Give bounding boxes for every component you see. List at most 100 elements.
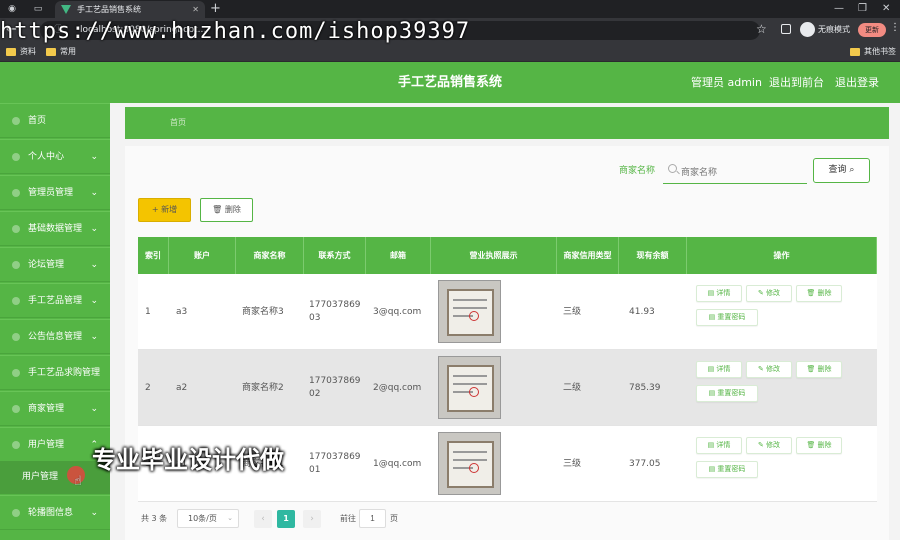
url-field[interactable]: ⓘ localhost:8080/springboot... bbox=[40, 21, 760, 40]
business-license-image[interactable] bbox=[438, 432, 501, 495]
menu-dot-icon bbox=[12, 405, 20, 413]
query-button[interactable]: 查询 ⌕ bbox=[813, 158, 870, 183]
back-arrow-icon[interactable]: ← bbox=[6, 22, 17, 38]
sidebar-item-notice[interactable]: 公告信息管理 ⌄ bbox=[0, 319, 110, 354]
cell-credit: 二级 bbox=[563, 382, 582, 393]
column-header: 联系方式 bbox=[304, 237, 366, 274]
edit-button[interactable]: ✎ 修改 bbox=[746, 437, 792, 454]
detail-button[interactable]: ▤ 详情 bbox=[696, 285, 742, 302]
next-page-button[interactable]: › bbox=[303, 510, 321, 528]
cell-email: 2@qq.com bbox=[373, 382, 422, 393]
sidebar-item-admin-manage[interactable]: 管理员管理 ⌄ bbox=[0, 175, 110, 210]
sidebar-item-label: 用户管理 bbox=[28, 440, 65, 450]
sidebar-item-home[interactable]: 首页 bbox=[0, 103, 110, 138]
window-close-icon[interactable]: ✕ bbox=[882, 0, 890, 17]
menu-dot-icon bbox=[12, 369, 20, 377]
incognito-label: 无痕模式 bbox=[818, 25, 850, 34]
delete-button[interactable]: 🗑 删除 bbox=[796, 437, 842, 454]
bookmark-star-icon[interactable]: ☆ bbox=[756, 22, 767, 36]
new-tab-icon[interactable]: + bbox=[210, 0, 221, 17]
business-license-image[interactable] bbox=[438, 356, 501, 419]
cell-account: a2 bbox=[176, 382, 188, 393]
prev-page-button[interactable]: ‹ bbox=[254, 510, 272, 528]
cell-account: a3 bbox=[176, 306, 188, 317]
breadcrumb[interactable]: 首页 bbox=[170, 107, 186, 139]
goto-page-input[interactable] bbox=[359, 509, 386, 528]
close-tab-icon[interactable]: ✕ bbox=[192, 1, 199, 18]
column-header: 索引 bbox=[138, 237, 169, 274]
sidebar-item-user[interactable]: 用户管理 ⌃ bbox=[0, 427, 110, 462]
cell-index: 3 bbox=[145, 458, 151, 469]
add-button[interactable]: + 新增 bbox=[138, 198, 191, 222]
sidebar-item-forum[interactable]: 论坛管理 ⌄ bbox=[0, 247, 110, 282]
bookmark-folder-2[interactable]: 常用 bbox=[46, 43, 76, 61]
column-header: 营业执照展示 bbox=[431, 237, 557, 274]
cell-account: a1 bbox=[176, 458, 188, 469]
chevron-down-icon: ⌄ bbox=[90, 260, 98, 270]
delete-button[interactable]: 🗑 删除 bbox=[796, 285, 842, 302]
sidebar-item-merchant[interactable]: 商家管理 ⌄ bbox=[0, 391, 110, 426]
sidebar-item-label: 基础数据管理 bbox=[28, 224, 83, 234]
page-number-current[interactable]: 1 bbox=[277, 510, 295, 528]
update-button[interactable]: 更新 bbox=[858, 23, 886, 37]
more-menu-icon[interactable]: ⋮ bbox=[890, 22, 900, 33]
table-row: 2 a2 商家名称2 17703786902 2@qq.com 二级 785.39 ▤ 详情 ✎… bbox=[138, 350, 877, 426]
url-text: localhost:8080/springboot... bbox=[80, 25, 207, 35]
folder-icon bbox=[6, 48, 16, 56]
table-row: 3 a1 商家名称1 17703786901 1@qq.com 三级 377.05 ▤ 详情 ✎… bbox=[138, 426, 877, 502]
reset-password-button[interactable]: ▤ 重置密码 bbox=[696, 461, 758, 478]
incognito-icon bbox=[800, 22, 815, 37]
pagination-total: 共 3 条 bbox=[141, 514, 168, 523]
sidebar-item-label: 论坛管理 bbox=[28, 260, 65, 270]
menu-dot-icon bbox=[12, 297, 20, 305]
trash-icon: 🗑 bbox=[212, 205, 223, 214]
sidebar-item-label: 公告信息管理 bbox=[28, 332, 83, 342]
other-bookmarks[interactable]: 其他书签 bbox=[850, 43, 896, 61]
sidebar-item-purchase[interactable]: 手工艺品求购管理 bbox=[0, 355, 110, 390]
page-size-select[interactable]: 10条/页 ⌄ bbox=[177, 509, 239, 528]
maximize-icon[interactable]: ❐ bbox=[858, 0, 867, 17]
sidebar-item-label: 手工艺品管理 bbox=[28, 296, 83, 306]
sidebar-item-label: 手工艺品求购管理 bbox=[28, 368, 101, 378]
chevron-down-icon: ⌄ bbox=[90, 188, 98, 198]
detail-button[interactable]: ▤ 详情 bbox=[696, 361, 742, 378]
edit-button[interactable]: ✎ 修改 bbox=[746, 361, 792, 378]
sidebar-subitem-user-manage[interactable]: 用户管理 bbox=[0, 461, 110, 494]
sidebar-item-base-data[interactable]: 基础数据管理 ⌄ bbox=[0, 211, 110, 246]
side-panel-icon[interactable] bbox=[781, 24, 791, 34]
column-header: 邮箱 bbox=[366, 237, 431, 274]
edit-button[interactable]: ✎ 修改 bbox=[746, 285, 792, 302]
app-header: 手工艺品销售系统 管理员 admin 退出到前台 退出登录 bbox=[0, 62, 900, 103]
reset-password-button[interactable]: ▤ 重置密码 bbox=[696, 385, 758, 402]
search-label: 商家名称 bbox=[619, 166, 656, 176]
cell-name: 商家名称3 bbox=[242, 306, 284, 317]
edit-icon: ✎ bbox=[757, 441, 767, 449]
reset-password-button[interactable]: ▤ 重置密码 bbox=[696, 309, 758, 326]
bookmark-folder-1[interactable]: 资料 bbox=[6, 43, 36, 61]
folder-icon bbox=[850, 48, 860, 56]
browser-menu-icon[interactable]: ◉ bbox=[6, 3, 18, 15]
cell-name: 商家名称1 bbox=[242, 458, 284, 469]
trash-icon: 🗑 bbox=[806, 289, 818, 297]
minimize-icon[interactable]: — bbox=[834, 0, 844, 17]
logout-link[interactable]: 退出登录 bbox=[835, 62, 879, 103]
column-header: 操作 bbox=[687, 237, 877, 274]
sidebar-item-crafts[interactable]: 手工艺品管理 ⌄ bbox=[0, 283, 110, 318]
sidebar-item-carousel[interactable]: 轮播图信息 ⌄ bbox=[0, 495, 110, 530]
column-header: 商家名称 bbox=[236, 237, 304, 274]
search-input[interactable] bbox=[663, 160, 807, 184]
tab-search-icon[interactable]: ▭ bbox=[32, 3, 44, 15]
delete-button[interactable]: 🗑 删除 bbox=[796, 361, 842, 378]
trash-icon: 🗑 bbox=[806, 441, 818, 449]
detail-button[interactable]: ▤ 详情 bbox=[696, 437, 742, 454]
exit-to-front-link[interactable]: 退出到前台 bbox=[769, 62, 824, 103]
goto-label: 前往 bbox=[340, 514, 356, 523]
info-icon[interactable]: ⓘ bbox=[54, 21, 63, 40]
sidebar-item-personal-center[interactable]: 个人中心 ⌄ bbox=[0, 139, 110, 174]
batch-delete-button[interactable]: 🗑 删除 bbox=[200, 198, 253, 222]
cell-email: 1@qq.com bbox=[373, 458, 422, 469]
app-title: 手工艺品销售系统 bbox=[397, 75, 502, 90]
browser-tab[interactable]: 手工艺品销售系统 ✕ bbox=[55, 1, 205, 18]
chevron-up-icon: ⌃ bbox=[90, 440, 98, 450]
business-license-image[interactable] bbox=[438, 280, 501, 343]
